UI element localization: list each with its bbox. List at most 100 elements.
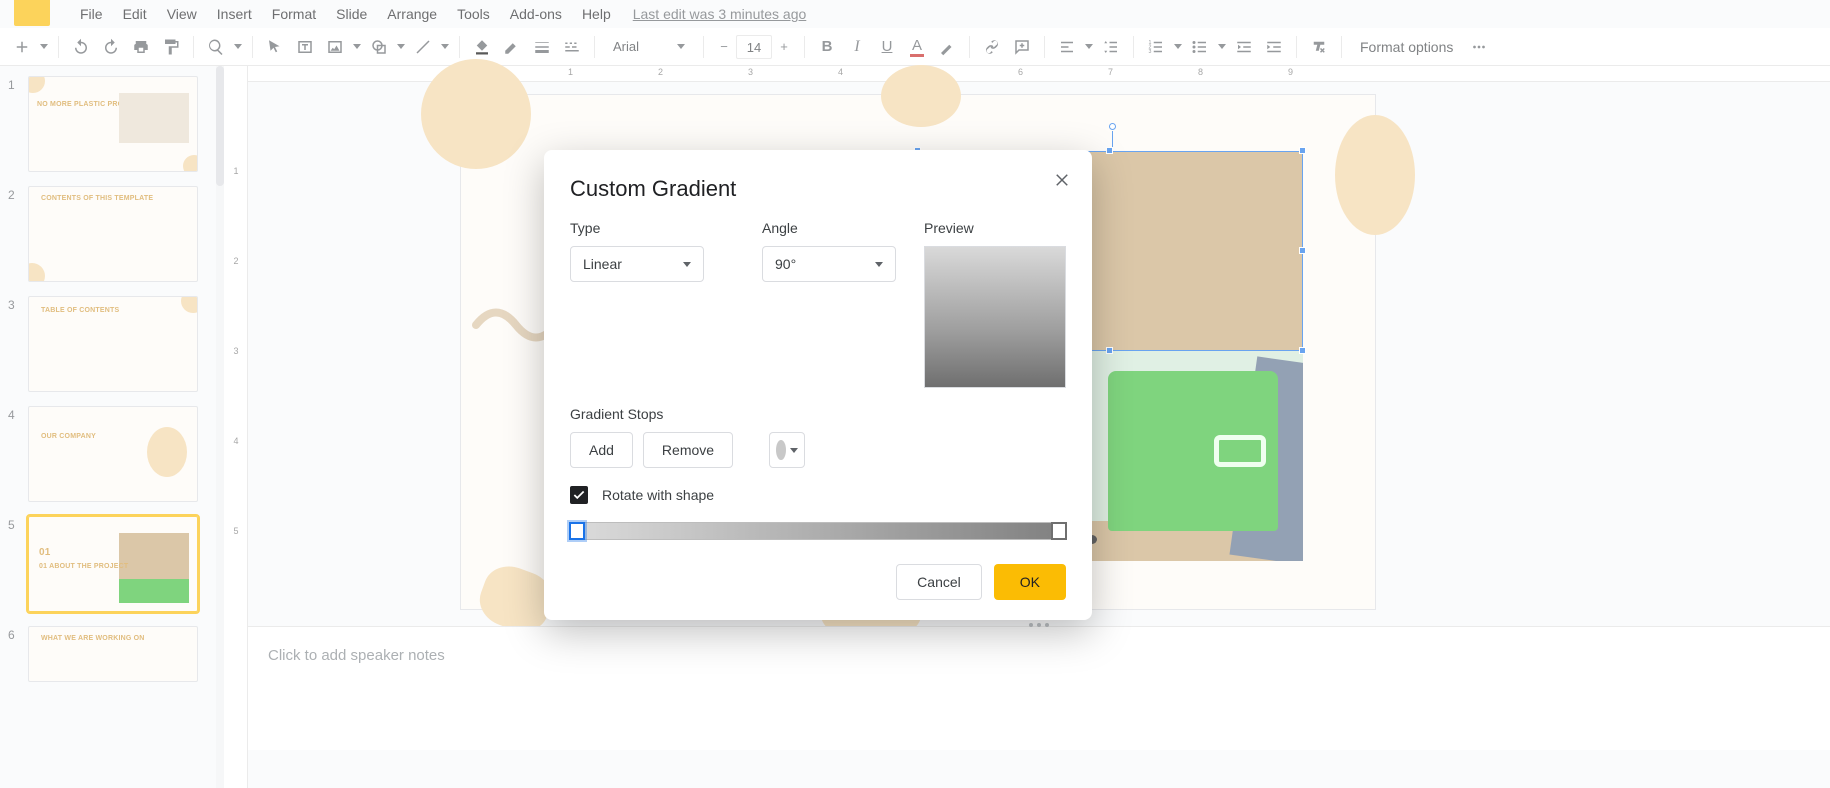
zoom-dropdown[interactable]: [232, 44, 244, 49]
text-color-button[interactable]: A: [903, 33, 931, 61]
align-button[interactable]: [1053, 33, 1081, 61]
gradient-stop[interactable]: [569, 522, 585, 540]
select-tool[interactable]: [261, 33, 289, 61]
align-dropdown[interactable]: [1083, 44, 1095, 49]
slide-thumbnail[interactable]: 2 CONTENTS OF THIS TEMPLATE: [8, 186, 216, 282]
slide-number: 3: [8, 296, 28, 312]
resize-handle[interactable]: [1106, 147, 1113, 154]
border-color-button[interactable]: [498, 33, 526, 61]
rotation-handle[interactable]: [1109, 123, 1116, 130]
vertical-ruler: 1 2 3 4 5: [224, 66, 248, 788]
angle-select[interactable]: 90°: [762, 246, 896, 282]
stop-color-picker[interactable]: [769, 432, 805, 468]
more-button[interactable]: [1465, 33, 1493, 61]
menu-arrange[interactable]: Arrange: [377, 2, 447, 26]
font-size-decrease[interactable]: −: [712, 39, 736, 54]
last-edit-link[interactable]: Last edit was 3 minutes ago: [633, 6, 807, 22]
menu-file[interactable]: File: [70, 2, 113, 26]
slide-number: 6: [8, 626, 28, 642]
rotate-with-shape-checkbox[interactable]: [570, 486, 588, 504]
underline-button[interactable]: U: [873, 33, 901, 61]
border-dash-button[interactable]: [558, 33, 586, 61]
new-slide-dropdown[interactable]: [38, 44, 50, 49]
menu-insert[interactable]: Insert: [207, 2, 262, 26]
bulleted-list-dropdown[interactable]: [1216, 44, 1228, 49]
slide-thumbnail[interactable]: 5 0101 ABOUT THE PROJECT: [8, 516, 216, 612]
shape-dropdown[interactable]: [395, 44, 407, 49]
shape-tool[interactable]: [365, 33, 393, 61]
menu-help[interactable]: Help: [572, 2, 621, 26]
decrease-indent-button[interactable]: [1230, 33, 1258, 61]
bulleted-list-button[interactable]: [1186, 33, 1214, 61]
format-options-button[interactable]: Format options: [1350, 39, 1463, 55]
rotate-with-shape-label: Rotate with shape: [602, 487, 714, 503]
menu-slide[interactable]: Slide: [326, 2, 377, 26]
menu-edit[interactable]: Edit: [113, 2, 157, 26]
resize-handle[interactable]: [1299, 147, 1306, 154]
zoom-button[interactable]: [202, 33, 230, 61]
slide-number: 2: [8, 186, 28, 202]
insert-link-button[interactable]: [978, 33, 1006, 61]
gradient-track[interactable]: [570, 522, 1066, 540]
menu-add-ons[interactable]: Add-ons: [500, 2, 572, 26]
gradient-preview: [924, 246, 1066, 388]
paint-format-button[interactable]: [157, 33, 185, 61]
resize-handle[interactable]: [1299, 247, 1306, 254]
image-tool[interactable]: [321, 33, 349, 61]
line-tool[interactable]: [409, 33, 437, 61]
slide-thumbnail[interactable]: 4 OUR COMPANY: [8, 406, 216, 502]
menu-bar: File Edit View Insert Format Slide Arran…: [0, 0, 1830, 28]
svg-text:3: 3: [1149, 49, 1152, 55]
textbox-tool[interactable]: [291, 33, 319, 61]
type-select[interactable]: Linear: [570, 246, 704, 282]
line-spacing-button[interactable]: [1097, 33, 1125, 61]
ok-button[interactable]: OK: [994, 564, 1066, 600]
numbered-list-dropdown[interactable]: [1172, 44, 1184, 49]
menu-view[interactable]: View: [157, 2, 207, 26]
speaker-notes[interactable]: Click to add speaker notes: [248, 626, 1830, 750]
redo-button[interactable]: [97, 33, 125, 61]
cancel-button[interactable]: Cancel: [896, 564, 982, 600]
new-slide-button[interactable]: [8, 33, 36, 61]
menu-tools[interactable]: Tools: [447, 2, 500, 26]
thumbnail-scrollbar[interactable]: [216, 66, 224, 788]
add-stop-button[interactable]: Add: [570, 432, 633, 468]
angle-label: Angle: [762, 220, 924, 236]
bold-button[interactable]: B: [813, 33, 841, 61]
custom-gradient-dialog: Custom Gradient Type Linear Angle 90° Pr…: [544, 150, 1092, 620]
type-label: Type: [570, 220, 762, 236]
numbered-list-button[interactable]: 123: [1142, 33, 1170, 61]
angle-value: 90°: [775, 256, 796, 272]
font-size-input[interactable]: 14: [736, 35, 772, 59]
notes-resize-grip[interactable]: [1029, 623, 1049, 627]
slide-panel: 1 NO MORE PLASTIC PROJECT PROPOSAL 2 CON…: [0, 66, 224, 788]
font-select[interactable]: Arial: [603, 33, 695, 61]
resize-handle[interactable]: [1106, 347, 1113, 354]
remove-stop-button[interactable]: Remove: [643, 432, 733, 468]
undo-button[interactable]: [67, 33, 95, 61]
toolbar: Arial − 14 + B I U A 123 Format options: [0, 28, 1830, 66]
line-dropdown[interactable]: [439, 44, 451, 49]
gradient-stop[interactable]: [1051, 522, 1067, 540]
print-button[interactable]: [127, 33, 155, 61]
slide-number: 1: [8, 76, 28, 92]
increase-indent-button[interactable]: [1260, 33, 1288, 61]
close-icon[interactable]: [1050, 168, 1074, 192]
stop-color-swatch: [776, 440, 786, 460]
insert-comment-button[interactable]: [1008, 33, 1036, 61]
fill-color-button[interactable]: [468, 33, 496, 61]
slide-thumbnail[interactable]: 6 WHAT WE ARE WORKING ON: [8, 626, 216, 682]
font-size-increase[interactable]: +: [772, 39, 796, 54]
menu-format[interactable]: Format: [262, 2, 326, 26]
image-dropdown[interactable]: [351, 44, 363, 49]
preview-label: Preview: [924, 220, 1066, 236]
italic-button[interactable]: I: [843, 33, 871, 61]
border-weight-button[interactable]: [528, 33, 556, 61]
slide-thumbnail[interactable]: 3 TABLE OF CONTENTS: [8, 296, 216, 392]
slide-thumbnail[interactable]: 1 NO MORE PLASTIC PROJECT PROPOSAL: [8, 76, 216, 172]
type-value: Linear: [583, 256, 622, 272]
resize-handle[interactable]: [1299, 347, 1306, 354]
highlight-button[interactable]: [933, 33, 961, 61]
font-name: Arial: [613, 39, 639, 54]
clear-formatting-button[interactable]: [1305, 33, 1333, 61]
